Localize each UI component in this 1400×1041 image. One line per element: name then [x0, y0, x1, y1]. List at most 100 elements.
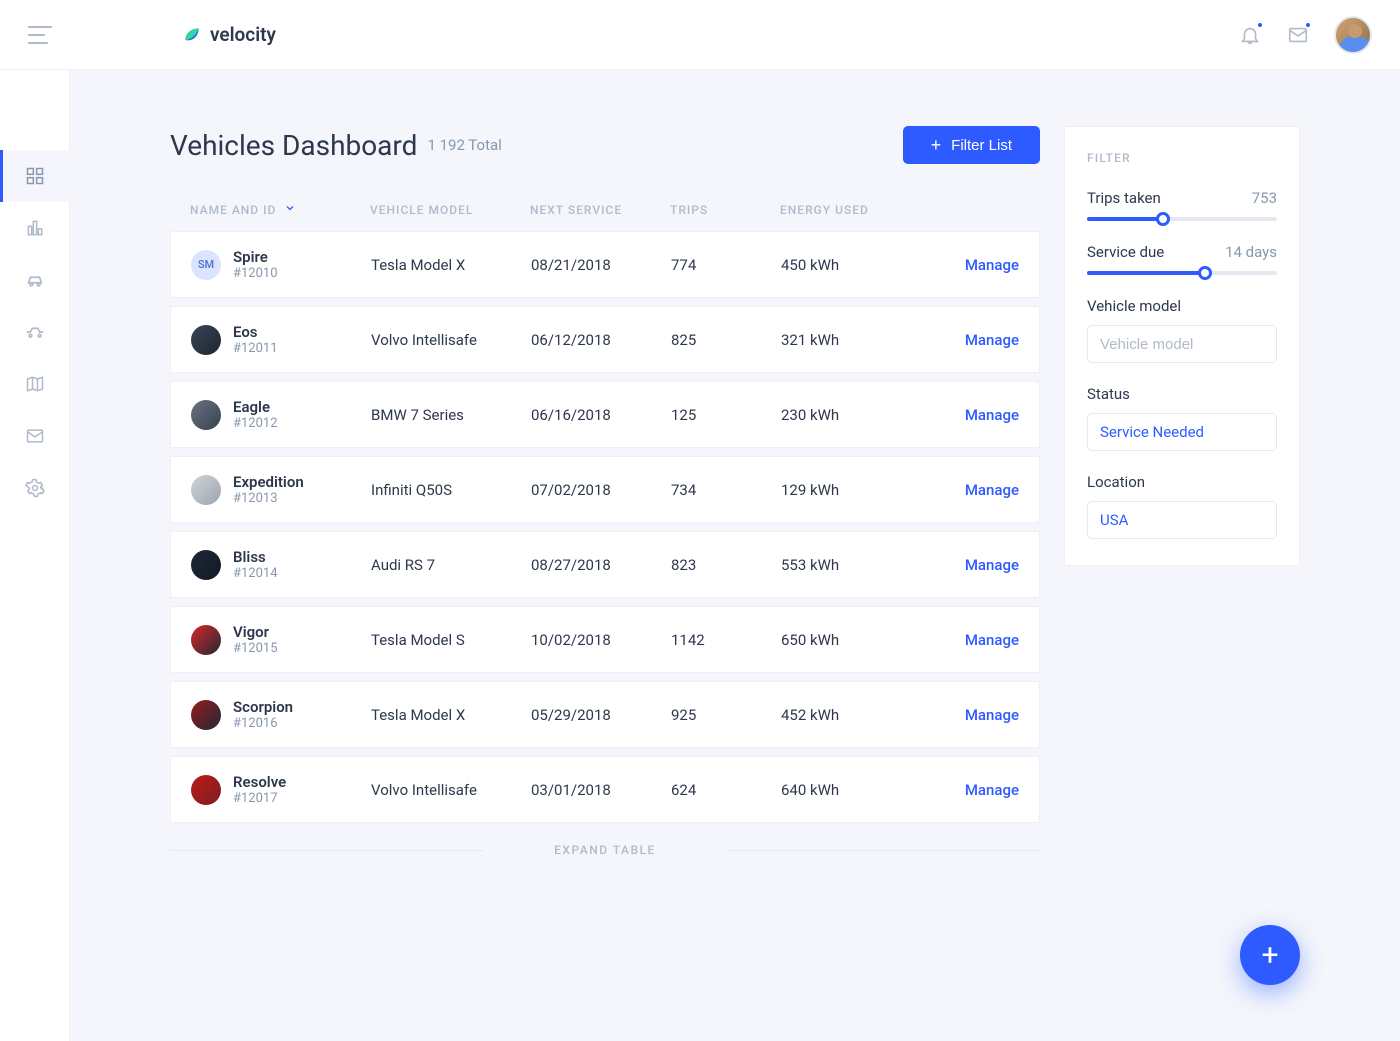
vehicle-avatar — [191, 475, 221, 505]
vehicle-model: Tesla Model X — [371, 706, 531, 724]
trips-taken-label: Trips taken — [1087, 189, 1161, 207]
brand-logo[interactable]: velocity — [182, 23, 276, 46]
trips: 925 — [671, 706, 781, 724]
service-due-label: Service due — [1087, 243, 1164, 261]
col-energy[interactable]: ENERGY USED — [780, 202, 910, 217]
manage-link[interactable]: Manage — [911, 781, 1019, 799]
filter-panel: FILTER Trips taken 753 Service due 14 da… — [1064, 126, 1300, 566]
table-header: NAME AND ID VEHICLE MODEL NEXT SERVICE T… — [170, 192, 1040, 231]
trips: 825 — [671, 331, 781, 349]
vehicle-model-label: Vehicle model — [1087, 297, 1277, 315]
next-service: 05/29/2018 — [531, 706, 671, 724]
page-header: Vehicles Dashboard 1 192 Total + Filter … — [170, 126, 1040, 164]
sidebar-item-vehicles[interactable] — [0, 254, 70, 306]
vehicle-avatar — [191, 625, 221, 655]
vehicle-avatar — [191, 775, 221, 805]
col-next-service[interactable]: NEXT SERVICE — [530, 202, 670, 217]
notifications-button[interactable] — [1238, 23, 1262, 47]
messages-dot — [1304, 21, 1312, 29]
vehicle-model: Tesla Model X — [371, 256, 531, 274]
vehicle-avatar: SM — [191, 250, 221, 280]
energy-used: 452 kWh — [781, 706, 911, 724]
plus-icon: + — [931, 136, 942, 154]
manage-link[interactable]: Manage — [911, 256, 1019, 274]
sidebar-item-map[interactable] — [0, 358, 70, 410]
vehicle-model-input[interactable] — [1087, 325, 1277, 363]
messages-button[interactable] — [1286, 23, 1310, 47]
manage-link[interactable]: Manage — [911, 406, 1019, 424]
vehicle-model: Infiniti Q50S — [371, 481, 531, 499]
sidebar-item-analytics[interactable] — [0, 202, 70, 254]
vehicle-model: Tesla Model S — [371, 631, 531, 649]
energy-used: 650 kWh — [781, 631, 911, 649]
service-due-value: 14 days — [1225, 243, 1277, 261]
location-select[interactable]: USA — [1087, 501, 1277, 539]
col-model[interactable]: VEHICLE MODEL — [370, 202, 530, 217]
sidebar-item-dashboard[interactable] — [0, 150, 70, 202]
topbar: velocity — [0, 0, 1400, 70]
vehicle-avatar — [191, 550, 221, 580]
vehicle-name: Resolve — [233, 773, 286, 791]
next-service: 06/12/2018 — [531, 331, 671, 349]
table-row[interactable]: Eagle#12012BMW 7 Series06/16/2018125230 … — [170, 381, 1040, 448]
manage-link[interactable]: Manage — [911, 481, 1019, 499]
vehicle-id: #12013 — [233, 491, 304, 506]
vehicle-name: Expedition — [233, 473, 304, 491]
vehicle-model: Audi RS 7 — [371, 556, 531, 574]
col-trips[interactable]: TRIPS — [670, 202, 780, 217]
vehicle-model: Volvo Intellisafe — [371, 781, 531, 799]
service-slider[interactable] — [1087, 271, 1277, 275]
leaf-icon — [182, 25, 202, 45]
trips-slider[interactable] — [1087, 217, 1277, 221]
trips: 823 — [671, 556, 781, 574]
sidebar — [0, 70, 70, 1041]
col-name-id[interactable]: NAME AND ID — [190, 202, 370, 217]
table-row[interactable]: Bliss#12014Audi RS 708/27/2018823553 kWh… — [170, 531, 1040, 598]
table-row[interactable]: Resolve#12017Volvo Intellisafe03/01/2018… — [170, 756, 1040, 823]
table-row[interactable]: Scorpion#12016 Tesla Model X05/29/2018925… — [170, 681, 1040, 748]
vehicle-name: Vigor — [233, 623, 278, 641]
energy-used: 640 kWh — [781, 781, 911, 799]
energy-used: 230 kWh — [781, 406, 911, 424]
vehicle-id: #12010 — [233, 266, 278, 281]
table-row[interactable]: Expedition#12013Infiniti Q50S07/02/20187… — [170, 456, 1040, 523]
status-select[interactable]: Service Needed — [1087, 413, 1277, 451]
manage-link[interactable]: Manage — [911, 556, 1019, 574]
user-avatar[interactable] — [1334, 16, 1372, 54]
energy-used: 553 kWh — [781, 556, 911, 574]
trips: 125 — [671, 406, 781, 424]
energy-used: 129 kWh — [781, 481, 911, 499]
filter-heading: FILTER — [1087, 151, 1277, 165]
chevron-down-icon — [284, 202, 296, 217]
table-row[interactable]: Vigor#12015Tesla Model S10/02/2018114265… — [170, 606, 1040, 673]
trips: 774 — [671, 256, 781, 274]
next-service: 10/02/2018 — [531, 631, 671, 649]
location-label: Location — [1087, 473, 1277, 491]
trips-taken-value: 753 — [1252, 189, 1277, 207]
filter-list-button[interactable]: + Filter List — [903, 126, 1040, 164]
notification-dot — [1256, 21, 1264, 29]
next-service: 06/16/2018 — [531, 406, 671, 424]
menu-toggle[interactable] — [28, 26, 52, 44]
table-row[interactable]: SMSpire#12010Tesla Model X08/21/20187744… — [170, 231, 1040, 298]
vehicle-id: #12016 — [233, 716, 293, 731]
vehicle-avatar — [191, 325, 221, 355]
vehicle-id: #12014 — [233, 566, 278, 581]
plus-icon: + — [1261, 938, 1278, 973]
energy-used: 321 kWh — [781, 331, 911, 349]
vehicle-name: Eagle — [233, 398, 278, 416]
table-row[interactable]: Eos#12011Volvo Intellisafe06/12/20188253… — [170, 306, 1040, 373]
sidebar-item-service[interactable] — [0, 306, 70, 358]
manage-link[interactable]: Manage — [911, 706, 1019, 724]
vehicle-name: Bliss — [233, 548, 278, 566]
vehicle-name: Scorpion — [233, 698, 293, 716]
fab-add-button[interactable]: + — [1240, 925, 1300, 985]
table-body: SMSpire#12010Tesla Model X08/21/20187744… — [170, 231, 1040, 823]
page-title: Vehicles Dashboard — [170, 129, 417, 162]
sidebar-item-settings[interactable] — [0, 462, 70, 514]
manage-link[interactable]: Manage — [911, 331, 1019, 349]
sidebar-item-mail[interactable] — [0, 410, 70, 462]
trips: 1142 — [671, 631, 781, 649]
expand-table-button[interactable]: EXPAND TABLE — [170, 843, 1040, 857]
manage-link[interactable]: Manage — [911, 631, 1019, 649]
